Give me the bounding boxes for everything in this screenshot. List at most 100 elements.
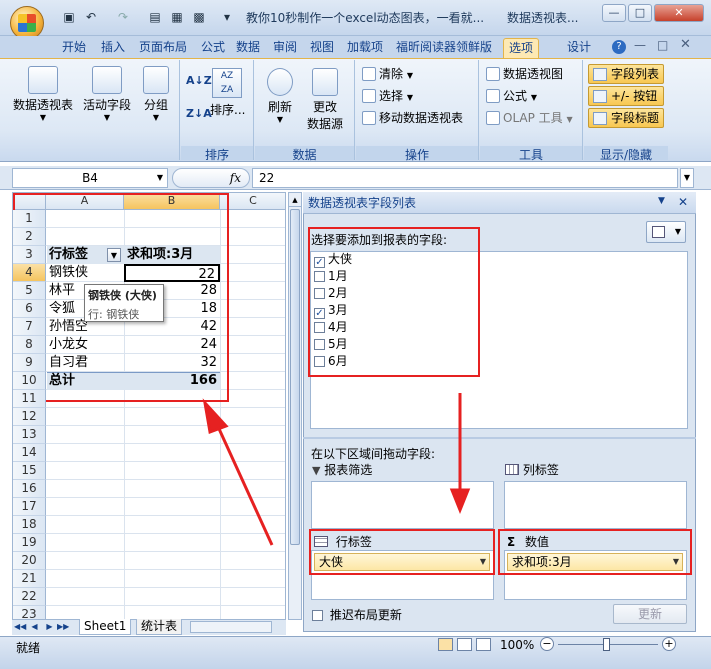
- select-button[interactable]: 选择 ▼: [362, 86, 413, 106]
- print-preview-icon[interactable]: ▤: [148, 10, 162, 24]
- horizontal-scrollbar[interactable]: [190, 621, 272, 633]
- pane-splitter[interactable]: [303, 437, 696, 439]
- sort-az-icon[interactable]: A↓Z: [186, 74, 212, 87]
- row-header[interactable]: 11: [13, 390, 46, 408]
- redo-icon[interactable]: ↷: [116, 10, 130, 24]
- row-header[interactable]: 20: [13, 552, 46, 570]
- next-sheet-icon[interactable]: ▶: [44, 621, 55, 633]
- layout-options-button[interactable]: ▼: [646, 221, 686, 243]
- olap-button[interactable]: OLAP 工具 ▼: [486, 108, 573, 128]
- sheet-tab-sheet1[interactable]: Sheet1: [79, 619, 132, 635]
- defer-update-row[interactable]: 推迟布局更新: [312, 606, 402, 623]
- tab-page-layout[interactable]: 页面布局: [134, 38, 192, 58]
- tab-options[interactable]: 选项: [503, 38, 540, 58]
- pivot-chart-button[interactable]: 数据透视图: [486, 64, 563, 84]
- name-box[interactable]: B4 ▼: [12, 168, 168, 188]
- last-sheet-icon[interactable]: ▶▶: [57, 621, 69, 633]
- undo-icon[interactable]: ↶: [84, 10, 98, 24]
- row-header[interactable]: 9: [13, 354, 46, 372]
- row-header[interactable]: 16: [13, 480, 46, 498]
- pane-close-icon[interactable]: ✕: [678, 195, 688, 209]
- row-header[interactable]: 5: [13, 282, 46, 300]
- tab-view[interactable]: 视图: [305, 38, 339, 58]
- tab-home[interactable]: 开始: [57, 38, 91, 58]
- field-list-toggle[interactable]: 字段列表: [588, 64, 664, 84]
- row-header[interactable]: 4: [13, 264, 46, 282]
- worksheet-grid[interactable]: A B C 行标签 ▼ 求和项:3月 钢铁侠 22 林平 28 令狐 18 孙悟…: [12, 192, 286, 622]
- close-button[interactable]: ✕: [654, 4, 704, 22]
- row-header[interactable]: 3: [13, 246, 46, 264]
- row-header[interactable]: 17: [13, 498, 46, 516]
- maximize-button[interactable]: □: [628, 4, 652, 22]
- row-header[interactable]: 14: [13, 444, 46, 462]
- pane-menu-icon[interactable]: ▼: [658, 196, 665, 206]
- print-icon[interactable]: ▩: [192, 10, 206, 24]
- vertical-scrollbar[interactable]: ▲: [288, 192, 302, 620]
- minimize-button[interactable]: —: [602, 4, 626, 22]
- refresh-button[interactable]: 刷新 ▼: [262, 68, 298, 124]
- column-header-c[interactable]: C: [220, 193, 285, 210]
- formula-input[interactable]: 22: [252, 168, 678, 188]
- group-button[interactable]: 分组 ▼: [138, 66, 174, 122]
- sort-za-icon[interactable]: Z↓A: [186, 107, 212, 120]
- row-header[interactable]: 12: [13, 408, 46, 426]
- row-header[interactable]: 1: [13, 210, 46, 228]
- zoom-in-icon[interactable]: +: [662, 637, 676, 651]
- checkbox-icon[interactable]: [312, 610, 323, 621]
- zoom-out-icon[interactable]: −: [540, 637, 554, 651]
- tab-data[interactable]: 数据: [231, 38, 265, 58]
- formula-button[interactable]: 公式 ▼: [486, 86, 537, 106]
- ribbon-minimize-icon[interactable]: —: [634, 38, 646, 52]
- scroll-thumb[interactable]: [290, 209, 300, 545]
- office-button[interactable]: [10, 6, 44, 40]
- zoom-level[interactable]: 100%: [500, 638, 534, 652]
- row-header[interactable]: 22: [13, 588, 46, 606]
- page-layout-view-icon[interactable]: [457, 638, 472, 651]
- zoom-slider-thumb[interactable]: [603, 638, 610, 651]
- expand-formula-icon[interactable]: ▼: [680, 168, 694, 188]
- ribbon-close-icon[interactable]: ✕: [680, 37, 691, 52]
- row-header[interactable]: 21: [13, 570, 46, 588]
- tab-insert[interactable]: 插入: [96, 38, 130, 58]
- field-headers-toggle[interactable]: 字段标题: [588, 108, 664, 128]
- row-header[interactable]: 13: [13, 426, 46, 444]
- sort-dialog-icon[interactable]: AZ ZA: [212, 68, 242, 98]
- tab-foxit[interactable]: 福昕阅读器领鲜版: [391, 38, 497, 58]
- row-header[interactable]: 15: [13, 462, 46, 480]
- row-header[interactable]: 2: [13, 228, 46, 246]
- scroll-up-icon[interactable]: ▲: [289, 193, 301, 207]
- normal-view-icon[interactable]: [438, 638, 453, 651]
- first-sheet-icon[interactable]: ◀◀: [14, 621, 26, 633]
- tab-formulas[interactable]: 公式: [196, 38, 230, 58]
- prev-sheet-icon[interactable]: ◀: [29, 621, 40, 633]
- save-icon[interactable]: ▣: [62, 10, 76, 24]
- change-source-button[interactable]: 更改 数据源: [302, 68, 348, 132]
- form-icon[interactable]: ▦: [170, 10, 184, 24]
- qat-customize-icon[interactable]: ▾: [220, 10, 234, 24]
- row-header[interactable]: 7: [13, 318, 46, 336]
- row-header[interactable]: 18: [13, 516, 46, 534]
- clear-button[interactable]: 清除 ▼: [362, 64, 413, 84]
- column-labels-area[interactable]: [504, 481, 687, 529]
- tab-review[interactable]: 审阅: [268, 38, 302, 58]
- active-field-button[interactable]: 活动字段 ▼: [80, 66, 134, 122]
- update-button[interactable]: 更新: [613, 604, 687, 624]
- sort-button[interactable]: 排序...: [210, 100, 245, 120]
- row-header[interactable]: 19: [13, 534, 46, 552]
- chevron-down-icon[interactable]: ▼: [157, 169, 163, 187]
- field-list-icon: [593, 68, 607, 81]
- page-break-view-icon[interactable]: [476, 638, 491, 651]
- help-icon[interactable]: ?: [612, 40, 626, 54]
- report-filter-area[interactable]: [311, 481, 494, 529]
- row-header[interactable]: 6: [13, 300, 46, 318]
- ribbon-restore-icon[interactable]: □: [657, 38, 668, 52]
- move-pivot-button[interactable]: 移动数据透视表: [362, 108, 463, 128]
- row-header[interactable]: 8: [13, 336, 46, 354]
- insert-function-button[interactable]: fx: [172, 168, 250, 188]
- tab-design[interactable]: 设计: [562, 38, 596, 58]
- sheet-tab-stats[interactable]: 统计表: [136, 619, 183, 635]
- buttons-toggle[interactable]: +/- 按钮: [588, 86, 664, 106]
- row-header[interactable]: 10: [13, 372, 46, 390]
- pivot-table-button[interactable]: 数据透视表 ▼: [10, 66, 76, 122]
- tab-addins[interactable]: 加载项: [342, 38, 388, 58]
